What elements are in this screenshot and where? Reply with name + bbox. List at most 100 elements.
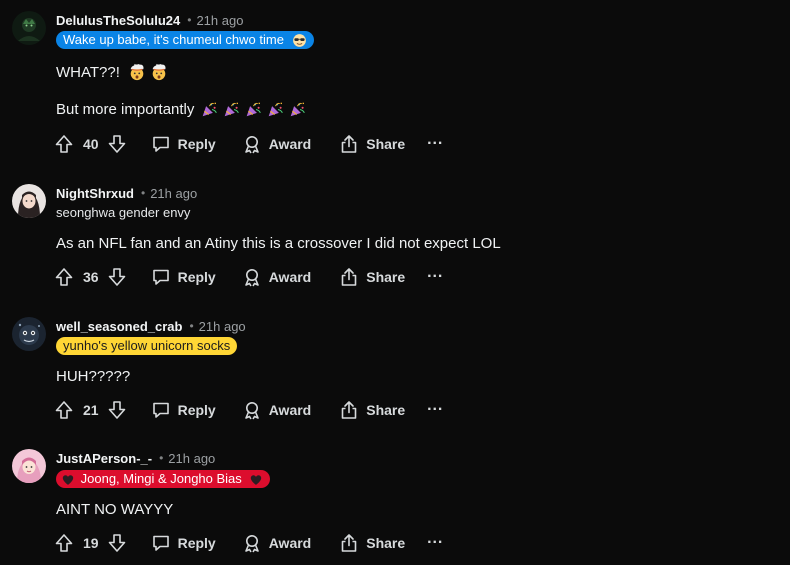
vote-count: 40 xyxy=(83,136,99,152)
downvote-arrow-icon[interactable] xyxy=(107,134,127,154)
username[interactable]: NightShrxud xyxy=(56,186,134,201)
comment-header: DelulusTheSolulu24 • 21h ago xyxy=(56,10,243,30)
upvote-arrow-icon[interactable] xyxy=(54,400,74,420)
downvote-arrow-icon[interactable] xyxy=(107,400,127,420)
share-button[interactable]: Share xyxy=(339,400,405,420)
comment-header: JustAPerson-_- • 21h ago xyxy=(56,448,215,468)
reply-button[interactable]: Reply xyxy=(151,400,216,420)
share-button[interactable]: Share xyxy=(339,134,405,154)
reply-label: Reply xyxy=(177,269,216,285)
body-text: AINT NO WAYYY xyxy=(56,500,174,518)
user-flair: Joong, Mingi & Jongho Bias xyxy=(56,470,271,488)
award-button[interactable]: Award xyxy=(242,400,312,420)
share-upload-icon xyxy=(339,134,359,154)
more-options-icon: ··· xyxy=(427,268,444,285)
share-label: Share xyxy=(366,535,406,551)
avatar[interactable] xyxy=(12,449,46,483)
more-options-button[interactable]: ··· xyxy=(427,401,443,419)
comment-thread: DelulusTheSolulu24 • 21h ago Wake up bab… xyxy=(0,0,790,565)
reply-label: Reply xyxy=(177,402,216,418)
vote-count: 36 xyxy=(83,269,99,285)
comment-actions: 36 Reply Award Share ··· xyxy=(54,265,443,289)
comment-body-line: HUH????? xyxy=(56,366,130,386)
award-ribbon-icon xyxy=(242,267,262,287)
award-button[interactable]: Award xyxy=(242,267,311,287)
user-flair: yunho's yellow unicorn socks xyxy=(56,337,238,355)
more-options-icon: ··· xyxy=(427,135,444,152)
speech-bubble-icon xyxy=(151,134,171,154)
share-upload-icon xyxy=(339,533,359,553)
award-ribbon-icon xyxy=(242,533,262,553)
vote-controls: 40 xyxy=(54,134,127,154)
username[interactable]: DelulusTheSolulu24 xyxy=(56,13,180,28)
share-label: Share xyxy=(366,136,406,152)
flair-text: yunho's yellow unicorn socks xyxy=(63,338,231,353)
flair-text: Joong, Mingi & Jongho Bias xyxy=(80,471,242,486)
avatar[interactable] xyxy=(12,184,46,218)
more-options-button[interactable]: ··· xyxy=(427,534,443,552)
comment-body-line: As an NFL fan and an Atiny this is a cro… xyxy=(56,233,501,253)
upvote-arrow-icon[interactable] xyxy=(54,267,74,287)
body-text: But more importantly xyxy=(56,100,195,118)
share-button[interactable]: Share xyxy=(339,267,405,287)
comment-body-line: But more importantly xyxy=(56,99,306,119)
party-popper-emoji-icon xyxy=(201,101,218,118)
comment-body-line: WHAT??! xyxy=(56,62,168,82)
award-button[interactable]: Award xyxy=(242,533,312,553)
party-popper-emoji-icon xyxy=(245,101,262,118)
black-heart-emoji-icon xyxy=(249,473,263,487)
exploding-head-emoji-icon xyxy=(128,63,146,81)
exploding-head-emoji-icon xyxy=(150,63,168,81)
avatar[interactable] xyxy=(12,317,46,351)
award-label: Award xyxy=(268,402,312,418)
vote-count: 19 xyxy=(83,535,99,551)
more-options-button[interactable]: ··· xyxy=(427,135,443,153)
reply-button[interactable]: Reply xyxy=(151,134,216,154)
award-ribbon-icon xyxy=(242,134,262,154)
speech-bubble-icon xyxy=(151,533,171,553)
vote-count: 21 xyxy=(83,402,99,418)
share-label: Share xyxy=(366,269,406,285)
vote-controls: 21 xyxy=(54,400,127,420)
body-text: WHAT??! xyxy=(56,63,120,81)
upvote-arrow-icon[interactable] xyxy=(54,533,74,553)
downvote-arrow-icon[interactable] xyxy=(107,267,127,287)
comment-header: well_seasoned_crab • 21h ago xyxy=(56,316,246,336)
separator-dot: • xyxy=(159,451,164,465)
comment-actions: 40 Reply Award Share ··· xyxy=(54,132,443,156)
more-options-icon: ··· xyxy=(427,534,444,551)
downvote-arrow-icon[interactable] xyxy=(107,533,127,553)
timestamp[interactable]: 21h ago xyxy=(196,13,243,28)
award-label: Award xyxy=(268,535,312,551)
reply-button[interactable]: Reply xyxy=(151,267,216,287)
timestamp[interactable]: 21h ago xyxy=(150,186,197,201)
user-flair: seonghwa gender envy xyxy=(56,205,190,220)
award-button[interactable]: Award xyxy=(242,134,311,154)
separator-dot: • xyxy=(187,13,192,27)
username[interactable]: JustAPerson-_- xyxy=(56,451,152,466)
timestamp[interactable]: 21h ago xyxy=(168,451,215,466)
flair-text: Wake up babe, it's chumeul chwo time xyxy=(63,32,284,47)
comment-body-line: AINT NO WAYYY xyxy=(56,499,173,519)
share-upload-icon xyxy=(339,267,359,287)
username[interactable]: well_seasoned_crab xyxy=(56,319,182,334)
upvote-arrow-icon[interactable] xyxy=(54,134,74,154)
speech-bubble-icon xyxy=(151,400,171,420)
flair-text: seonghwa gender envy xyxy=(56,205,191,220)
share-button[interactable]: Share xyxy=(339,533,405,553)
award-ribbon-icon xyxy=(242,400,262,420)
share-upload-icon xyxy=(339,400,359,420)
timestamp[interactable]: 21h ago xyxy=(199,319,246,334)
party-popper-emoji-icon xyxy=(223,101,240,118)
vote-controls: 19 xyxy=(54,533,127,553)
reply-button[interactable]: Reply xyxy=(151,533,216,553)
more-options-button[interactable]: ··· xyxy=(427,268,443,286)
party-popper-emoji-icon xyxy=(289,101,306,118)
avatar[interactable] xyxy=(12,11,46,45)
comment-header: NightShrxud • 21h ago xyxy=(56,183,197,203)
reply-label: Reply xyxy=(177,535,216,551)
vote-controls: 36 xyxy=(54,267,127,287)
speech-bubble-icon xyxy=(151,267,171,287)
separator-dot: • xyxy=(189,319,194,333)
sunglasses-emoji-icon xyxy=(292,33,307,48)
